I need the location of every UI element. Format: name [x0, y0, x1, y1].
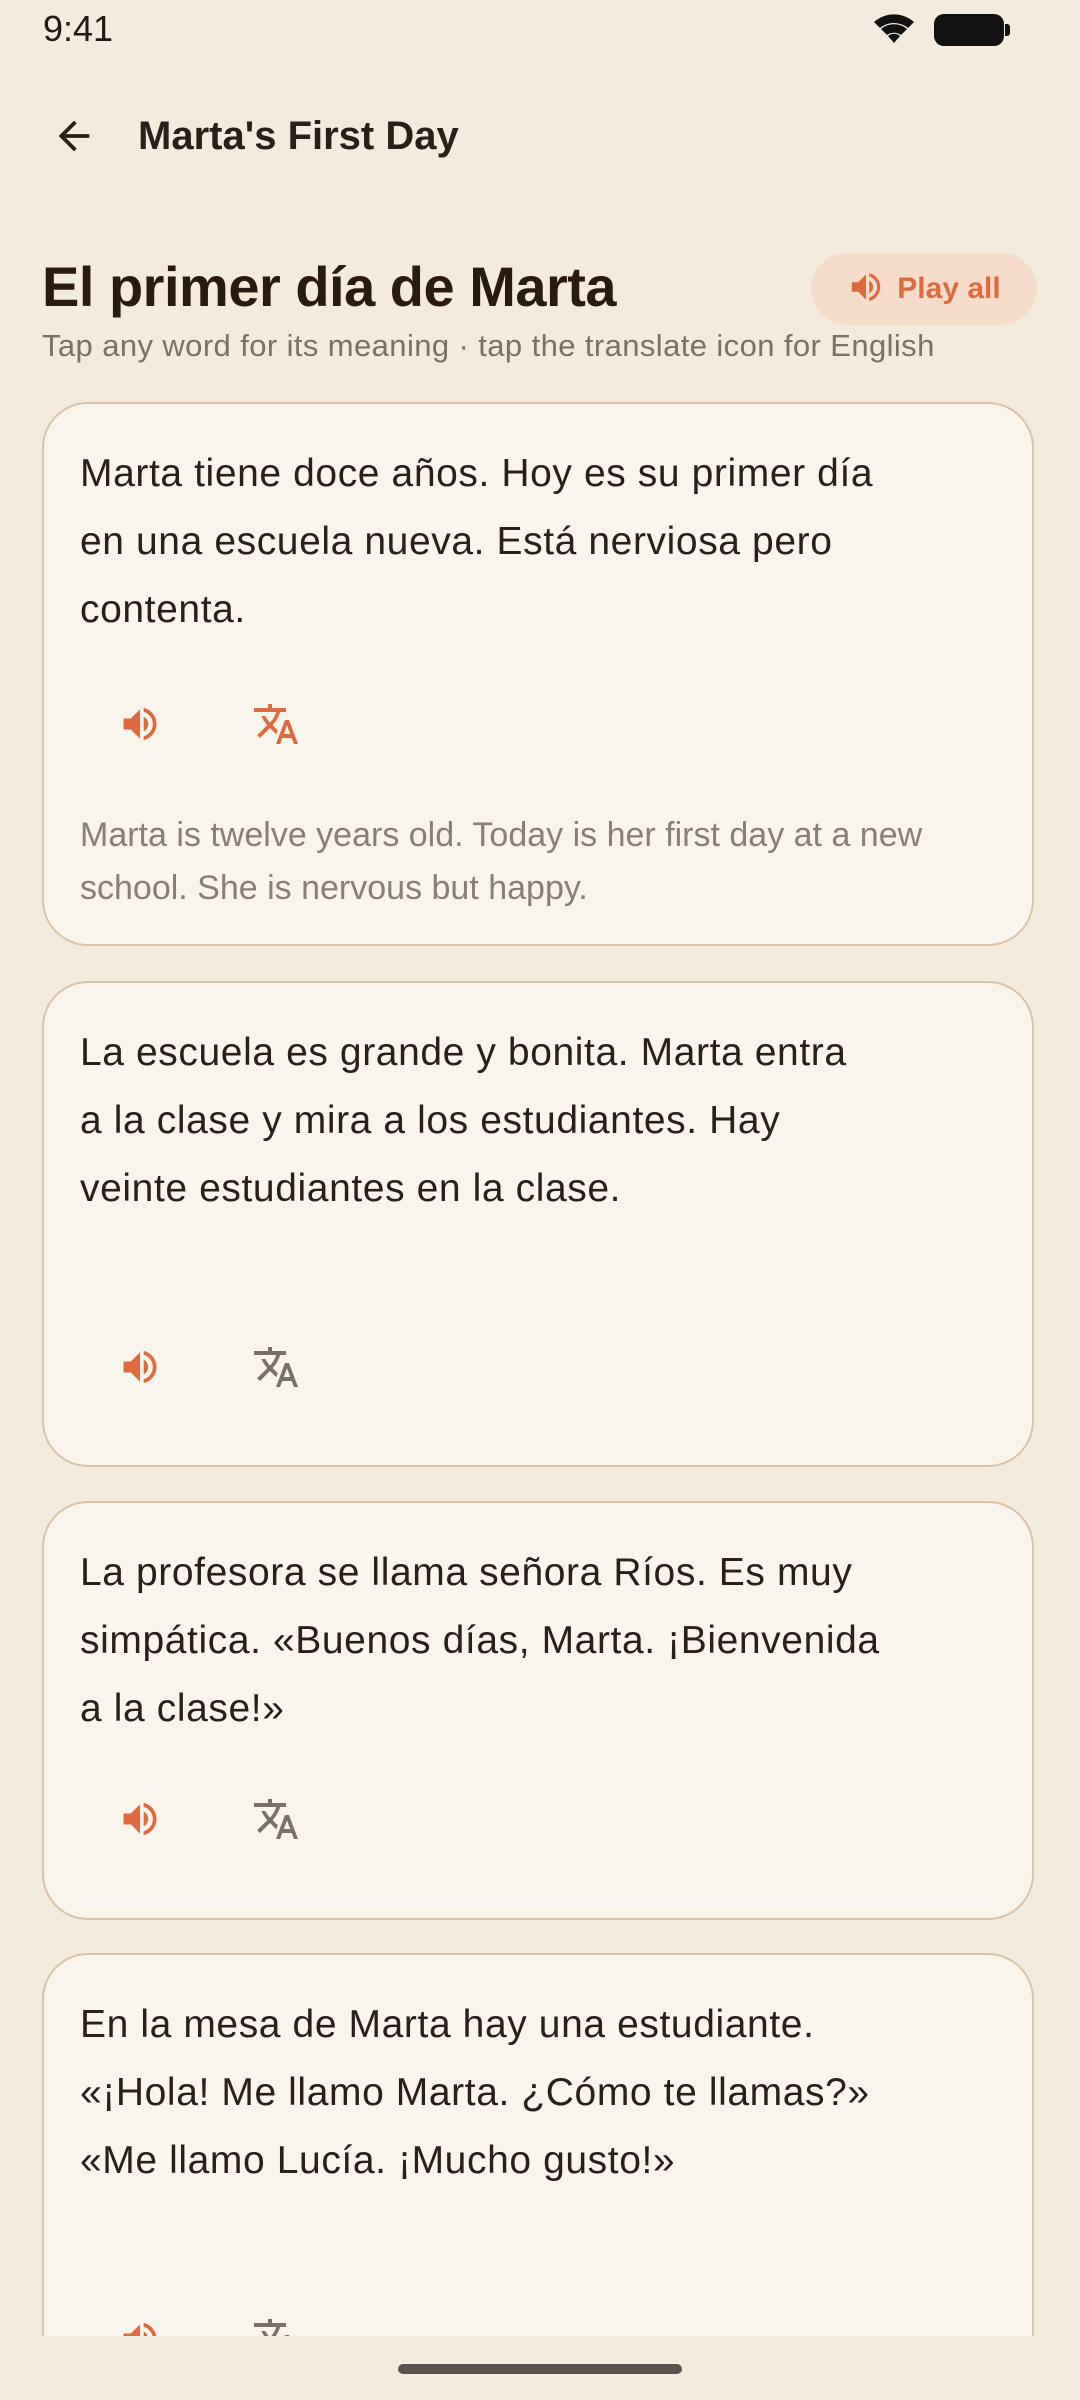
translate-icon: [252, 700, 300, 753]
story-title: El primer día de Marta: [42, 255, 617, 318]
speaker-icon: [118, 2317, 162, 2336]
status-time: 9:41: [43, 8, 114, 49]
speaker-icon: [118, 1797, 162, 1846]
translate-button[interactable]: [236, 1329, 316, 1409]
paragraph-card: Marta tiene doce años. Hoy es su primer …: [42, 402, 1034, 946]
instructions-text: Tap any word for its meaning · tap the t…: [42, 328, 935, 363]
translate-button[interactable]: [236, 1781, 316, 1861]
paragraph-card: La profesora se llama señora Ríos. Es mu…: [42, 1501, 1034, 1920]
translate-icon: [252, 1343, 300, 1396]
play-paragraph-button[interactable]: [100, 686, 180, 766]
speaker-icon: [118, 702, 162, 751]
paragraph-card: En la mesa de Marta hay una estudiante. …: [42, 1953, 1034, 2336]
paragraph-text[interactable]: Marta tiene doce años. Hoy es su primer …: [80, 440, 880, 644]
battery-icon: [934, 14, 1010, 46]
translate-icon: [252, 2315, 300, 2336]
status-bar: 9:41: [0, 0, 1080, 62]
wifi-icon: [872, 12, 916, 51]
app-bar: Marta's First Day: [0, 80, 1080, 192]
paragraph-translation: Marta is twelve years old. Today is her …: [80, 816, 923, 907]
play-paragraph-button[interactable]: [100, 1781, 180, 1861]
arrow-left-icon: [51, 113, 97, 164]
translate-button[interactable]: [236, 686, 316, 766]
home-indicator[interactable]: [398, 2364, 682, 2374]
paragraph-list[interactable]: Marta tiene doce años. Hoy es su primer …: [0, 398, 1080, 2336]
back-button[interactable]: [44, 108, 104, 168]
speaker-icon: [847, 268, 885, 311]
play-paragraph-button[interactable]: [100, 1329, 180, 1409]
play-all-label: Play all: [897, 272, 1001, 305]
paragraph-text[interactable]: La escuela es grande y bonita. Marta ent…: [80, 1019, 880, 1223]
paragraph-text[interactable]: En la mesa de Marta hay una estudiante. …: [80, 1991, 880, 2195]
translate-icon: [252, 1795, 300, 1848]
paragraph-card: La escuela es grande y bonita. Marta ent…: [42, 981, 1034, 1467]
app-title: Marta's First Day: [138, 114, 459, 158]
translate-button[interactable]: [236, 2301, 316, 2336]
paragraph-text[interactable]: La profesora se llama señora Ríos. Es mu…: [80, 1539, 880, 1743]
play-paragraph-button[interactable]: [100, 2301, 180, 2336]
play-all-button[interactable]: Play all: [811, 253, 1037, 325]
speaker-icon: [118, 1345, 162, 1394]
